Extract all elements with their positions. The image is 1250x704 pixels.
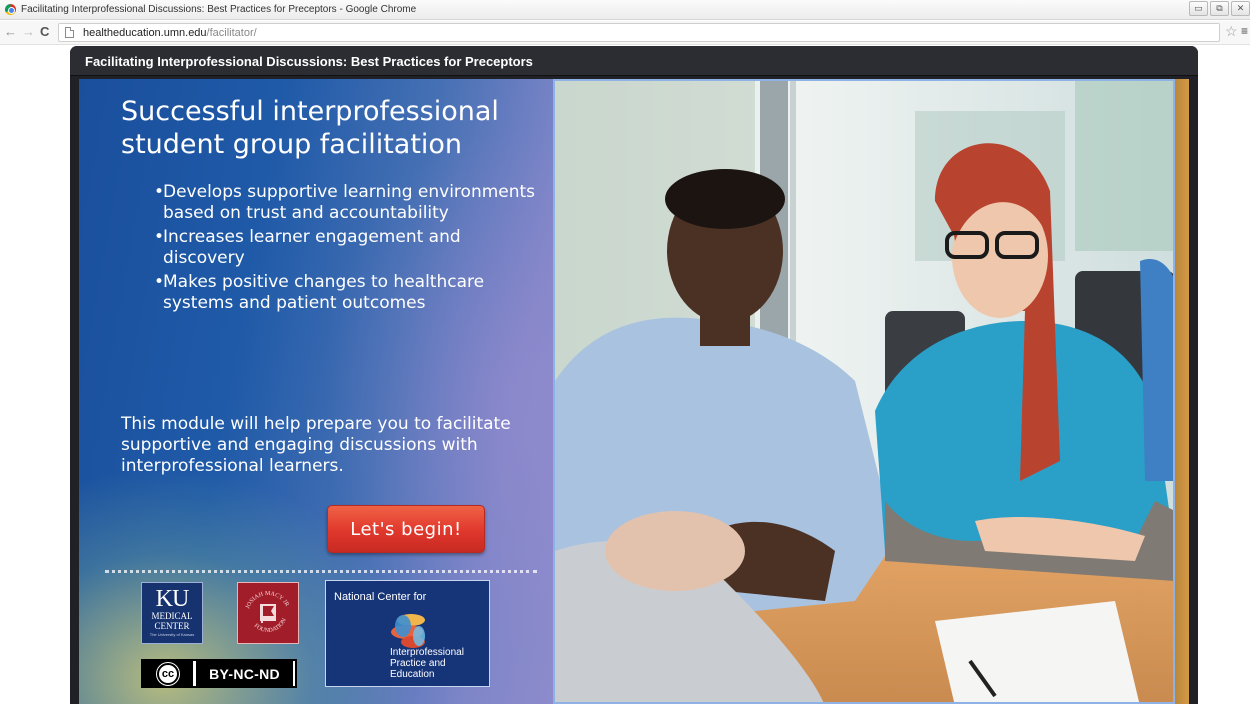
ku-logo-line2: CENTER bbox=[154, 621, 190, 631]
list-item: • Makes positive changes to healthcare sy… bbox=[154, 272, 538, 314]
creative-commons-icon: cc bbox=[157, 662, 179, 685]
bullet-icon: • bbox=[154, 272, 165, 292]
list-item-text: Develops supportive learning environment… bbox=[163, 182, 536, 223]
dotted-divider bbox=[105, 570, 537, 573]
list-item: • Increases learner engagement and discov… bbox=[154, 227, 538, 269]
slide-text-panel: Successful interprofessional student gro… bbox=[79, 79, 553, 704]
slide-stage: Successful interprofessional student gro… bbox=[79, 79, 1189, 704]
window-title: Facilitating Interprofessional Discussio… bbox=[21, 4, 417, 15]
star-icon[interactable]: ☆ bbox=[1225, 24, 1238, 38]
macy-seal-icon: JOSIAH MACY JR FOUNDATION bbox=[241, 586, 295, 640]
chrome-favicon-icon bbox=[5, 4, 16, 15]
module-header: Facilitating Interprofessional Discussio… bbox=[70, 46, 1198, 76]
slide-headline: Successful interprofessional student gro… bbox=[121, 96, 499, 160]
module-player: Facilitating Interprofessional Discussio… bbox=[70, 46, 1198, 704]
module-title: Facilitating Interprofessional Discussio… bbox=[85, 54, 533, 69]
benefit-list: • Develops supportive learning environmen… bbox=[154, 182, 538, 317]
cc-badge: cc bbox=[143, 661, 193, 686]
restore-button[interactable]: ⧉ bbox=[1210, 1, 1229, 16]
list-item-text: Increases learner engagement and discove… bbox=[163, 227, 461, 268]
slide-edge-strip bbox=[1173, 79, 1189, 704]
minimize-button[interactable]: ▭ bbox=[1189, 1, 1208, 16]
list-item-text: Makes positive changes to healthcare sys… bbox=[163, 272, 485, 313]
bullet-icon: • bbox=[154, 227, 165, 247]
reload-icon[interactable]: C bbox=[40, 25, 49, 39]
lets-begin-button[interactable]: Let's begin! bbox=[327, 505, 485, 553]
url-text[interactable]: healtheducation.umn.edu/facilitator/ bbox=[83, 27, 257, 39]
cc-license-badge[interactable]: cc BY-NC-ND bbox=[141, 659, 297, 688]
nc-logo-line2: Interprofessional Practice and Education bbox=[390, 647, 464, 680]
cc-license-label: BY-NC-ND bbox=[196, 661, 293, 686]
josiah-macy-foundation-logo[interactable]: JOSIAH MACY JR FOUNDATION bbox=[237, 582, 299, 644]
bullet-icon: • bbox=[154, 182, 165, 202]
url-host: healtheducation.umn.edu bbox=[83, 27, 207, 39]
close-button[interactable]: ✕ bbox=[1231, 1, 1250, 16]
forward-icon[interactable]: → bbox=[22, 25, 35, 39]
menu-icon[interactable]: ≡ bbox=[1241, 25, 1248, 37]
url-path: /facilitator/ bbox=[206, 27, 257, 39]
address-bar[interactable]: healtheducation.umn.edu/facilitator/ bbox=[58, 23, 1220, 42]
ku-logo-line3: The University of Kansas bbox=[149, 632, 195, 637]
ku-medical-center-logo[interactable]: KU MEDICAL CENTER The University of Kans… bbox=[141, 582, 203, 644]
intro-text: This module will help prepare you to fac… bbox=[121, 414, 511, 476]
ku-logo-line1: MEDICAL bbox=[151, 611, 193, 621]
national-center-logo[interactable]: National Center for Interprofessional Pr… bbox=[325, 580, 490, 687]
page-icon bbox=[65, 27, 74, 38]
browser-toolbar: ← → C healtheducation.umn.edu/facilitato… bbox=[0, 21, 1250, 45]
students-photo bbox=[553, 79, 1173, 704]
students-photo-image bbox=[555, 81, 1173, 702]
window-controls: ▭ ⧉ ✕ bbox=[1189, 1, 1250, 16]
browser-titlebar: Facilitating Interprofessional Discussio… bbox=[0, 0, 1250, 20]
back-icon[interactable]: ← bbox=[4, 25, 17, 39]
ku-logo-mark: KU bbox=[155, 586, 190, 612]
list-item: • Develops supportive learning environmen… bbox=[154, 182, 538, 224]
